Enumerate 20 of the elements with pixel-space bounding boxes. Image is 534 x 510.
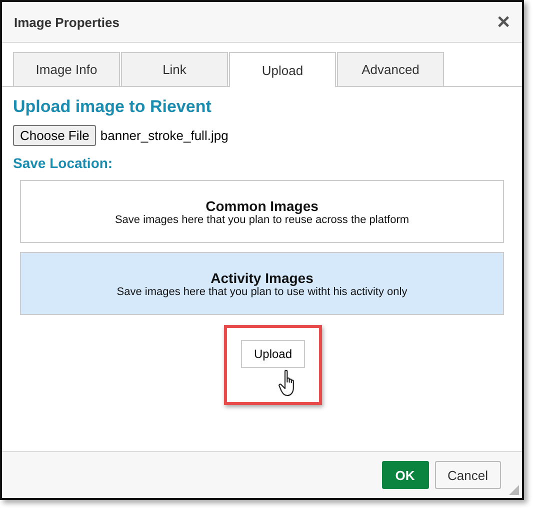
option-description: Save images here that you plan to reuse across the platform xyxy=(114,214,410,226)
resize-grip-icon xyxy=(509,485,519,495)
section-heading: Upload image to Rievent xyxy=(13,97,212,117)
option-title: Common Images xyxy=(206,198,318,214)
save-location-label: Save Location: xyxy=(13,155,114,171)
file-name: banner_stroke_full.jpg xyxy=(100,128,228,143)
window-title: Image Properties xyxy=(14,14,120,30)
location-option[interactable]: Common Images Save images here that you plan to reuse across the platform xyxy=(20,180,504,243)
tab[interactable]: Upload xyxy=(229,52,336,87)
close-button[interactable]: × xyxy=(497,11,510,33)
choose-file-button[interactable]: Choose File xyxy=(13,125,96,146)
option-description: Save images here that you plan to use witht his activity only xyxy=(116,286,408,298)
location-option[interactable]: Activity Images Save images here that you plan to use witht his activity only xyxy=(20,252,504,315)
tab[interactable]: Advanced xyxy=(337,52,444,86)
tab[interactable]: Link xyxy=(121,52,228,86)
tab[interactable]: Image Info xyxy=(13,52,120,86)
ok-button[interactable]: OK xyxy=(382,461,429,489)
option-title: Activity Images xyxy=(210,270,314,286)
upload-button[interactable]: Upload xyxy=(241,340,305,368)
cancel-button[interactable]: Cancel xyxy=(434,461,501,489)
